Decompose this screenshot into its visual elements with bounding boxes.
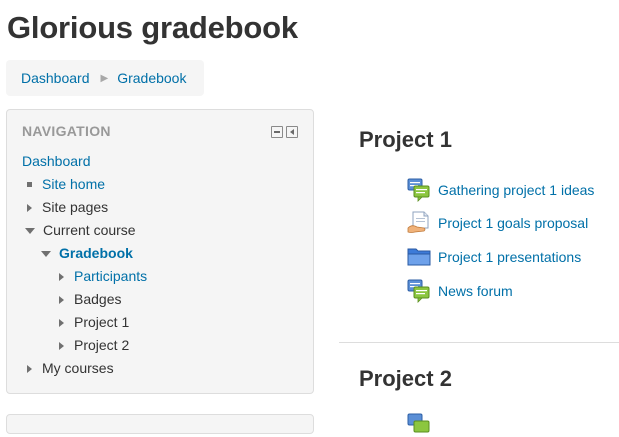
forum-icon [407,279,430,303]
activity-link[interactable]: Project 1 goals proposal [438,215,588,231]
expand-arrow-icon[interactable] [59,318,64,327]
nav-current-course-label: Current course [43,222,136,238]
expand-arrow-icon[interactable] [27,364,32,373]
expand-arrow-icon[interactable] [59,272,64,281]
breadcrumb-dashboard[interactable]: Dashboard [21,70,90,86]
nav-item-site-pages[interactable]: Site pages [27,199,108,216]
next-block [6,414,314,434]
breadcrumb: Dashboard ▶ Gradebook [6,60,204,96]
nav-item-site-home[interactable]: Site home [26,176,105,193]
activity-item[interactable]: Gathering project 1 ideas [407,178,594,202]
activity-item[interactable]: Project 1 presentations [407,245,581,269]
expand-arrow-icon[interactable] [27,203,32,212]
nav-item-current-course[interactable]: Current course [25,222,136,239]
folder-icon [407,248,431,266]
nav-item-my-courses[interactable]: My courses [27,360,114,377]
nav-item-project-2[interactable]: Project 2 [59,337,129,354]
section-divider [339,342,619,343]
nav-site-pages-label: Site pages [42,199,109,215]
block-controls [271,126,298,138]
activity-item[interactable]: Project 1 goals proposal [407,211,588,235]
collapse-arrow-icon[interactable] [25,227,35,234]
nav-site-home-link[interactable]: Site home [42,176,105,193]
nav-project-2-label: Project 2 [74,337,130,353]
breadcrumb-gradebook[interactable]: Gradebook [117,70,186,86]
nav-my-courses-label: My courses [42,360,114,376]
page-title: Glorious gradebook [7,10,298,45]
nav-participants-link[interactable]: Participants [74,268,147,285]
breadcrumb-separator-icon: ▶ [100,72,109,84]
activity-item[interactable]: News forum [407,279,513,303]
navigation-header: NAVIGATION [22,123,111,139]
activity-link[interactable]: News forum [438,283,513,299]
dock-block-icon[interactable] [286,126,298,138]
expand-arrow-icon[interactable] [59,341,64,350]
collapse-block-icon[interactable] [271,126,283,138]
activity-link[interactable]: Project 1 presentations [438,249,581,265]
bullet-icon [27,182,32,187]
navigation-block: NAVIGATION Dashboard Site home Site page… [6,109,314,394]
nav-item-participants[interactable]: Participants [59,268,147,285]
collapse-arrow-icon[interactable] [41,250,51,257]
section-title: Project 1 [359,127,452,152]
nav-badges-label: Badges [74,291,122,307]
nav-dashboard-link[interactable]: Dashboard [22,153,91,170]
nav-item-gradebook[interactable]: Gradebook [41,245,133,262]
nav-gradebook-link[interactable]: Gradebook [59,245,133,262]
forum-icon [407,413,430,433]
nav-project-1-label: Project 1 [74,314,130,330]
assignment-icon [407,211,429,233]
activity-item[interactable] [407,413,431,437]
section-title: Project 2 [359,366,452,391]
expand-arrow-icon[interactable] [59,295,64,304]
nav-item-dashboard[interactable]: Dashboard [22,153,91,170]
nav-item-badges[interactable]: Badges [59,291,121,308]
forum-icon [407,178,430,202]
activity-link[interactable]: Gathering project 1 ideas [438,182,594,198]
nav-item-project-1[interactable]: Project 1 [59,314,129,331]
